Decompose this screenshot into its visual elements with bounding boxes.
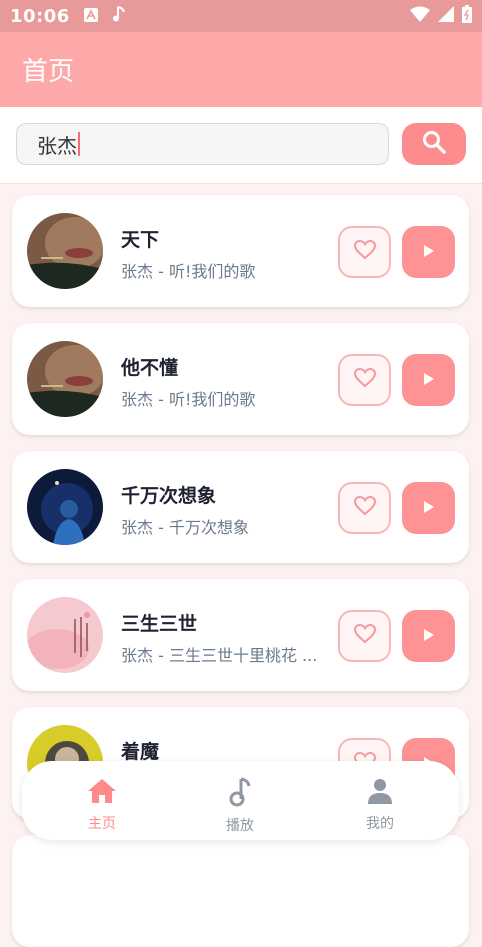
heart-icon — [353, 623, 376, 648]
status-time: 10:06 — [10, 5, 70, 27]
wifi-icon — [410, 6, 430, 26]
nav-label-home: 主页 — [88, 816, 116, 832]
song-card[interactable]: 他不懂 张杰 - 听!我们的歌 — [12, 323, 469, 435]
album-cover — [27, 213, 103, 289]
search-icon — [421, 129, 447, 159]
bottom-navigation: 主页 播放 我的 — [22, 761, 459, 840]
text-app-icon — [83, 7, 98, 26]
play-button[interactable] — [402, 354, 455, 406]
page-title: 首页 — [22, 57, 75, 87]
play-button[interactable] — [402, 482, 455, 534]
song-subtitle: 张杰 - 听!我们的歌 — [121, 262, 256, 281]
like-button[interactable] — [338, 610, 391, 662]
home-icon — [87, 777, 117, 809]
nav-item-play[interactable]: 播放 — [200, 777, 280, 835]
like-button[interactable] — [338, 354, 391, 406]
song-card[interactable]: 天下 张杰 - 听!我们的歌 — [12, 195, 469, 307]
song-title: 着魔 — [121, 741, 160, 763]
search-input-value: 张杰 — [37, 133, 77, 158]
song-title: 他不懂 — [121, 357, 179, 379]
status-bar: 10:06 — [0, 0, 482, 32]
play-icon — [423, 371, 435, 390]
song-title: 三生三世 — [121, 613, 198, 635]
music-note-icon — [228, 777, 252, 811]
song-subtitle: 张杰 - 三生三世十里桃花 ... — [121, 646, 318, 665]
song-title: 天下 — [121, 229, 160, 251]
search-area: 张杰 — [0, 107, 482, 184]
nav-label-play: 播放 — [226, 818, 254, 834]
play-button[interactable] — [402, 610, 455, 662]
music-note-status-icon — [112, 5, 126, 27]
heart-icon — [353, 239, 376, 264]
like-button[interactable] — [338, 226, 391, 278]
song-card-partial[interactable] — [12, 835, 469, 947]
song-subtitle: 张杰 - 听!我们的歌 — [121, 390, 256, 409]
nav-item-mine[interactable]: 我的 — [340, 777, 420, 835]
nav-item-home[interactable]: 主页 — [62, 777, 142, 835]
album-cover — [27, 341, 103, 417]
heart-icon — [353, 495, 376, 520]
battery-icon — [462, 5, 472, 27]
status-notification-icons — [83, 5, 126, 27]
status-system-icons — [410, 5, 472, 27]
album-cover — [27, 597, 103, 673]
album-cover — [27, 469, 103, 545]
play-icon — [423, 627, 435, 646]
play-button[interactable] — [402, 226, 455, 278]
nav-label-mine: 我的 — [366, 816, 394, 832]
song-card[interactable]: 千万次想象 张杰 - 千万次想象 — [12, 451, 469, 563]
signal-icon — [438, 6, 454, 26]
search-input[interactable]: 张杰 — [16, 123, 389, 165]
search-button[interactable] — [402, 123, 466, 165]
play-icon — [423, 243, 435, 262]
heart-icon — [353, 367, 376, 392]
person-icon — [366, 777, 394, 809]
song-subtitle: 张杰 - 千万次想象 — [121, 518, 249, 537]
song-card[interactable]: 三生三世 张杰 - 三生三世十里桃花 ... — [12, 579, 469, 691]
song-title: 千万次想象 — [121, 485, 217, 507]
app-bar: 首页 — [0, 32, 482, 107]
like-button[interactable] — [338, 482, 391, 534]
text-caret — [78, 132, 80, 156]
play-icon — [423, 499, 435, 518]
